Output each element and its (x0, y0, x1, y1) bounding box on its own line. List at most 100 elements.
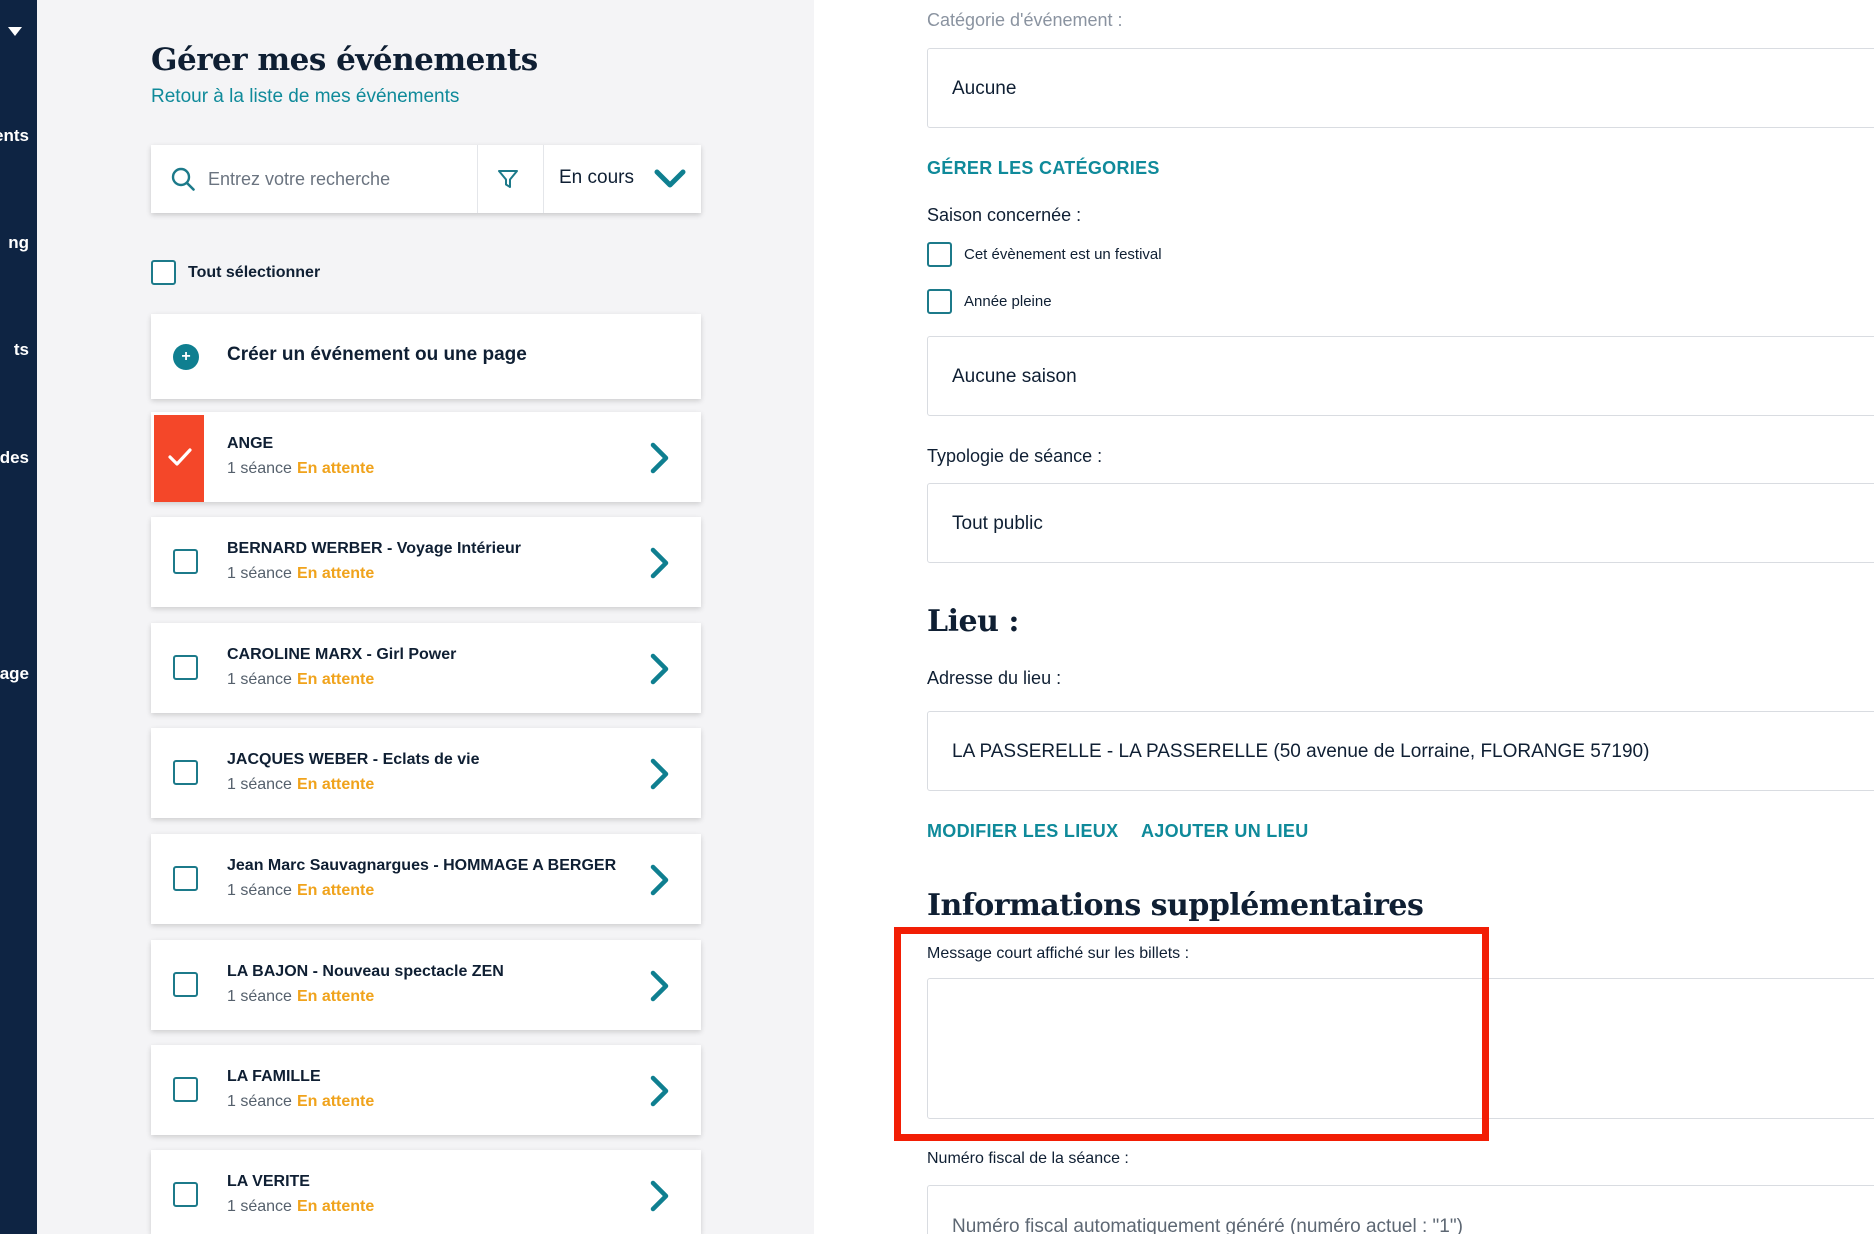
typology-select[interactable]: Tout public (927, 483, 1874, 563)
event-meta: 1 séance En attente (227, 882, 374, 900)
event-meta: 1 séance En attente (227, 988, 374, 1006)
chevron-right-icon[interactable] (649, 758, 671, 790)
event-status: En attente (296, 988, 375, 1005)
chevron-right-icon[interactable] (649, 547, 671, 579)
sidenav-item-3[interactable]: ts (14, 340, 29, 360)
event-sessions: 1 séance (227, 565, 292, 582)
event-card[interactable]: LA VERITE 1 séance En attente (151, 1150, 701, 1234)
event-meta: 1 séance En attente (227, 1093, 374, 1111)
chevron-right-icon[interactable] (649, 864, 671, 896)
chevron-right-icon[interactable] (649, 442, 671, 474)
events-panel: Gérer mes événements Retour à la liste d… (37, 0, 814, 1234)
fiscal-number-field[interactable]: Numéro fiscal automatiquement généré (nu… (927, 1185, 1874, 1234)
highlight-frame (894, 927, 1489, 1141)
event-status: En attente (296, 882, 375, 899)
festival-option[interactable]: Cet évènement est un festival (927, 242, 1162, 267)
full-year-option[interactable]: Année pleine (927, 289, 1052, 314)
event-card[interactable]: Jean Marc Sauvagnargues - HOMMAGE A BERG… (151, 834, 701, 924)
event-title: ANGE (227, 435, 274, 452)
manage-categories-link[interactable]: GÉRER LES CATÉGORIES (927, 158, 1160, 179)
event-checkbox-zone[interactable] (151, 517, 221, 607)
event-checkbox-zone[interactable] (151, 1045, 221, 1135)
create-event-button[interactable]: + Créer un événement ou une page (151, 314, 701, 399)
select-all[interactable]: Tout sélectionner (151, 260, 320, 285)
address-select[interactable]: LA PASSERELLE - LA PASSERELLE (50 avenue… (927, 711, 1874, 791)
sidenav-item-5[interactable]: rage (0, 664, 29, 684)
edit-venues-link[interactable]: MODIFIER LES LIEUX (927, 821, 1118, 842)
event-checkbox[interactable] (173, 866, 198, 891)
select-all-checkbox[interactable] (151, 260, 176, 285)
side-navigation: ents ng ts des rage (0, 0, 37, 1234)
typology-value: Tout public (952, 513, 1043, 534)
event-checkbox-selected[interactable] (154, 415, 204, 502)
event-title: Jean Marc Sauvagnargues - HOMMAGE A BERG… (227, 857, 617, 874)
divider (543, 145, 544, 213)
event-status: En attente (296, 671, 375, 688)
event-sessions: 1 séance (227, 988, 292, 1005)
sidenav-item-4[interactable]: des (0, 448, 29, 468)
event-sessions: 1 séance (227, 1093, 292, 1110)
event-sessions: 1 séance (227, 776, 292, 793)
sidenav-item-1[interactable]: ents (0, 126, 29, 146)
venue-heading: Lieu : (927, 604, 1019, 639)
event-meta: 1 séance En attente (227, 460, 374, 478)
event-checkbox[interactable] (173, 1182, 198, 1207)
event-status: En attente (296, 460, 375, 477)
event-card[interactable]: JACQUES WEBER - Eclats de vie 1 séance En… (151, 728, 701, 818)
event-checkbox[interactable] (173, 549, 198, 574)
filter-icon[interactable] (497, 168, 519, 195)
event-sessions: 1 séance (227, 460, 292, 477)
festival-checkbox[interactable] (927, 242, 952, 267)
event-checkbox-zone[interactable] (151, 728, 221, 818)
chevron-right-icon[interactable] (649, 970, 671, 1002)
dropdown-caret-icon[interactable] (8, 27, 22, 36)
full-year-option-label: Année pleine (964, 293, 1052, 310)
plus-icon: + (173, 344, 199, 370)
event-status: En attente (296, 565, 375, 582)
event-title: LA FAMILLE (227, 1068, 321, 1085)
event-title: CAROLINE MARX - Girl Power (227, 646, 457, 663)
event-title: BERNARD WERBER - Voyage Intérieur (227, 540, 521, 557)
page-title: Gérer mes événements (151, 42, 538, 78)
event-checkbox-zone[interactable] (151, 834, 221, 924)
full-year-checkbox[interactable] (927, 289, 952, 314)
event-checkbox-zone[interactable] (151, 623, 221, 713)
chevron-right-icon[interactable] (649, 653, 671, 685)
sidenav-item-2[interactable]: ng (8, 233, 29, 253)
search-bar: En cours (151, 145, 701, 213)
event-card[interactable]: CAROLINE MARX - Girl Power 1 séance En at… (151, 623, 701, 713)
typology-label: Typologie de séance : (927, 446, 1103, 466)
event-checkbox[interactable] (173, 972, 198, 997)
chevron-right-icon[interactable] (649, 1180, 671, 1212)
event-checkbox-zone[interactable] (151, 1150, 221, 1234)
season-select[interactable]: Aucune saison (927, 336, 1874, 416)
event-card[interactable]: LA BAJON - Nouveau spectacle ZEN 1 séanc… (151, 940, 701, 1030)
fiscal-number-value: Numéro fiscal automatiquement généré (nu… (952, 1216, 1463, 1234)
event-title: LA BAJON - Nouveau spectacle ZEN (227, 963, 504, 980)
event-checkbox[interactable] (173, 1077, 198, 1102)
event-card[interactable]: LA FAMILLE 1 séance En attente (151, 1045, 701, 1135)
event-card[interactable]: BERNARD WERBER - Voyage Intérieur 1 séan… (151, 517, 701, 607)
event-checkbox-zone[interactable] (151, 940, 221, 1030)
add-venue-link[interactable]: AJOUTER UN LIEU (1141, 821, 1309, 842)
back-to-list-link[interactable]: Retour à la liste de mes événements (151, 86, 459, 108)
address-value: LA PASSERELLE - LA PASSERELLE (50 avenue… (952, 741, 1650, 762)
extra-info-heading: Informations supplémentaires (927, 888, 1424, 923)
event-status: En attente (296, 1093, 375, 1110)
chevron-right-icon[interactable] (649, 1075, 671, 1107)
event-title: LA VERITE (227, 1173, 310, 1190)
status-filter-select[interactable]: En cours (559, 167, 634, 189)
category-label: Catégorie d'événement : (927, 10, 1123, 30)
event-card[interactable]: ANGE 1 séance En attente (151, 412, 701, 502)
search-input[interactable] (208, 161, 468, 197)
chevron-down-icon[interactable] (654, 169, 686, 194)
event-checkbox[interactable] (173, 655, 198, 680)
checkmark-icon (168, 448, 192, 466)
search-icon (171, 167, 195, 196)
address-label: Adresse du lieu : (927, 668, 1062, 688)
category-value: Aucune (952, 78, 1017, 99)
event-meta: 1 séance En attente (227, 1198, 374, 1216)
event-sessions: 1 séance (227, 1198, 292, 1215)
event-checkbox[interactable] (173, 760, 198, 785)
category-select[interactable]: Aucune (927, 48, 1874, 128)
